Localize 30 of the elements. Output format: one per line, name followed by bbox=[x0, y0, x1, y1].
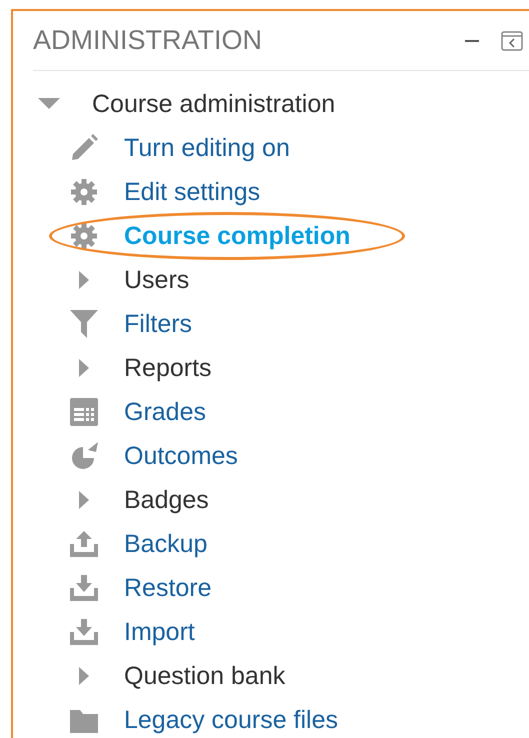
minimize-icon[interactable] bbox=[465, 40, 479, 42]
upload-icon bbox=[70, 530, 98, 558]
caret-right-icon bbox=[77, 489, 91, 511]
nav-link[interactable]: Backup bbox=[124, 530, 208, 558]
pencil-icon bbox=[70, 134, 98, 162]
dock-icon[interactable] bbox=[501, 30, 523, 50]
nav-link[interactable]: Turn editing on bbox=[124, 134, 290, 162]
gear-icon bbox=[70, 222, 98, 250]
tree-branch-label[interactable]: Users bbox=[124, 266, 190, 294]
tree-branch-label[interactable]: Question bank bbox=[124, 662, 286, 690]
tree-branch-label[interactable]: Reports bbox=[124, 354, 212, 382]
pie-chart-icon bbox=[70, 442, 98, 470]
caret-right-icon bbox=[77, 665, 91, 687]
nav-link[interactable]: Edit settings bbox=[124, 178, 260, 206]
nav-link[interactable]: Import bbox=[124, 618, 195, 646]
download-icon bbox=[70, 574, 98, 602]
nav-link[interactable]: Legacy course files bbox=[124, 706, 338, 734]
nav-link[interactable]: Filters bbox=[124, 310, 192, 338]
gear-icon bbox=[70, 178, 98, 206]
block-title: ADMINISTRATION bbox=[33, 25, 263, 56]
filter-icon bbox=[70, 310, 98, 338]
nav-link[interactable]: Grades bbox=[124, 398, 206, 426]
nav-link[interactable]: Outcomes bbox=[124, 442, 238, 470]
tree-branch-label[interactable]: Badges bbox=[124, 486, 209, 514]
caret-right-icon bbox=[77, 269, 91, 291]
download-icon bbox=[70, 618, 98, 646]
caret-right-icon bbox=[77, 357, 91, 379]
tree-root-label[interactable]: Course administration bbox=[92, 90, 336, 118]
table-icon bbox=[70, 398, 98, 426]
nav-link[interactable]: Restore bbox=[124, 574, 212, 602]
